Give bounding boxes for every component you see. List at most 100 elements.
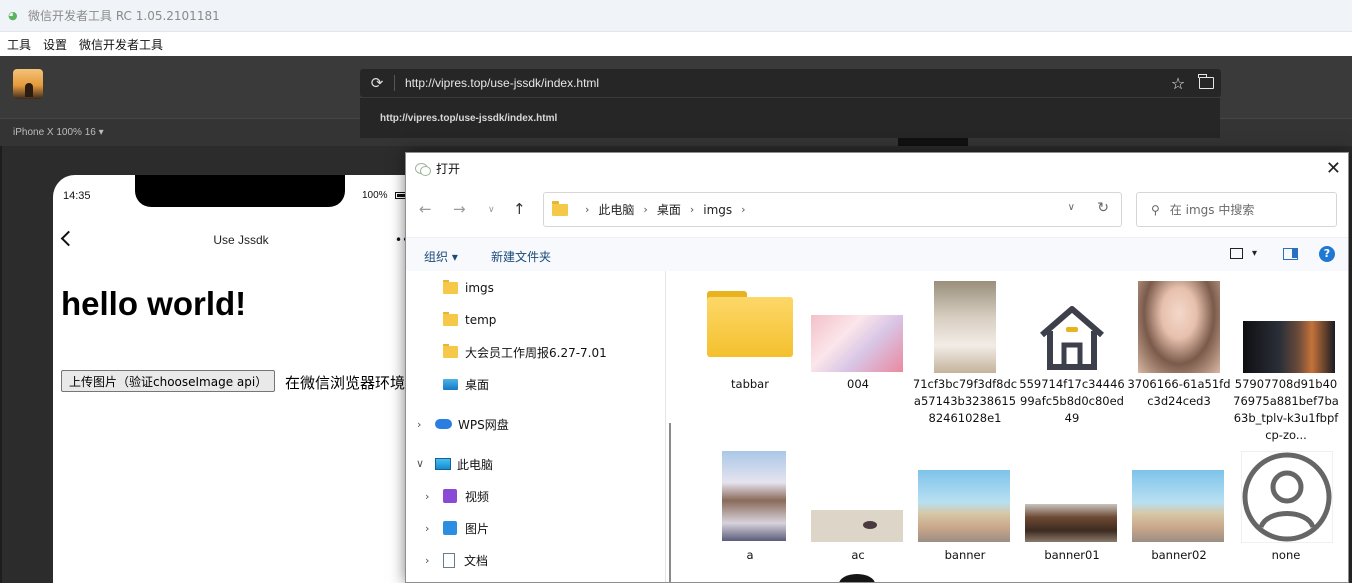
file-label: none xyxy=(1271,548,1301,562)
file-tile[interactable]: ac xyxy=(805,441,911,581)
document-icon xyxy=(443,552,455,568)
chevron-down-icon[interactable]: ∨ xyxy=(1068,202,1075,213)
crumb-separator: › xyxy=(741,203,746,216)
chevron-right-icon[interactable]: › xyxy=(417,418,421,431)
menu-settings[interactable]: 设置 xyxy=(43,36,67,53)
file-tile[interactable]: a xyxy=(697,441,803,581)
file-tile[interactable]: 57907708d91b4076975a881bef7ba63b_tplv-k3… xyxy=(1233,271,1339,442)
phone-notch xyxy=(135,175,345,207)
open-file-dialog: 打开 ✕ ← → ∨ ↑ › 此电脑 › 桌面 › imgs › ∨ ↻ ⚲ 在… xyxy=(405,152,1349,583)
tree-item-wps-drive[interactable]: WPS网盘 xyxy=(435,412,509,436)
tree-item-videos[interactable]: 视频 xyxy=(443,484,489,508)
organize-button[interactable]: 组织 ▾ xyxy=(424,248,458,265)
image-thumbnail xyxy=(1138,281,1220,373)
tree-label: 视频 xyxy=(465,489,490,504)
image-thumbnail xyxy=(934,281,996,373)
pc-icon xyxy=(435,458,451,470)
file-tile[interactable]: banner02 xyxy=(1126,441,1232,581)
file-tile-partial[interactable] xyxy=(825,570,889,582)
image-thumbnail xyxy=(1243,321,1335,373)
tree-label: 图片 xyxy=(465,521,490,536)
recent-chevron-icon[interactable]: ∨ xyxy=(488,205,495,215)
url-suggestion[interactable]: http://vipres.top/use-jssdk/index.html xyxy=(360,98,1220,138)
folder-button[interactable] xyxy=(1191,69,1221,97)
phone-simulator: 14:35 100% Use Jssdk •• hello world! 在微信… xyxy=(53,175,433,583)
upload-image-button[interactable]: 上传图片（验证chooseImage api） xyxy=(61,370,276,392)
file-label: tabbar xyxy=(731,377,769,391)
user-avatar-icon xyxy=(1241,451,1333,543)
address-bar[interactable]: ⟳ http://vipres.top/use-jssdk/index.html… xyxy=(360,69,1221,97)
image-thumbnail xyxy=(918,470,1010,542)
up-icon[interactable]: ↑ xyxy=(513,200,526,218)
house-icon xyxy=(1040,306,1104,370)
file-tile[interactable]: banner01 xyxy=(1019,441,1125,581)
crumb-this-pc[interactable]: 此电脑 xyxy=(598,201,634,218)
video-icon xyxy=(443,489,457,503)
back-icon[interactable]: ← xyxy=(419,200,432,218)
wechat-icon xyxy=(415,162,431,176)
tree-item-desktop[interactable]: 桌面 xyxy=(443,372,489,396)
navigation-pane: imgs temp 大会员工作周报6.27-7.01 桌面 › WPS网盘 ∨ … xyxy=(406,271,666,582)
close-icon[interactable]: ✕ xyxy=(1326,158,1341,179)
image-thumbnail xyxy=(1132,470,1224,542)
tree-item-pictures[interactable]: 图片 xyxy=(443,516,489,540)
folder-icon xyxy=(707,291,793,357)
tree-label: 文档 xyxy=(464,553,489,568)
image-detail xyxy=(863,521,877,529)
tree-item-weekly-report[interactable]: 大会员工作周报6.27-7.01 xyxy=(443,340,607,364)
menu-devtools[interactable]: 微信开发者工具 xyxy=(79,36,163,53)
file-label: 57907708d91b4076975a881bef7ba63b_tplv-k3… xyxy=(1233,377,1339,442)
crumb-imgs[interactable]: imgs xyxy=(703,203,732,217)
tree-item-documents[interactable]: 文档 xyxy=(443,548,488,572)
file-tile[interactable]: 3706166-61a51fdc3d24ced3 xyxy=(1126,271,1232,421)
image-thumbnail xyxy=(839,574,875,582)
file-tile[interactable]: 71cf3bc79f3df8dca57143b323861582461028e1 xyxy=(912,271,1018,425)
forward-icon[interactable]: → xyxy=(453,200,466,218)
file-tile[interactable]: tabbar xyxy=(697,271,803,421)
tree-item-temp[interactable]: temp xyxy=(443,308,496,332)
folder-icon xyxy=(552,200,568,216)
view-icon[interactable] xyxy=(1230,248,1243,259)
file-tile[interactable]: 559714f17c3444699afc5b8d0c80ed49 xyxy=(1019,271,1125,425)
chevron-right-icon[interactable]: › xyxy=(425,522,429,535)
crumb-separator: › xyxy=(689,203,695,216)
url-input[interactable]: http://vipres.top/use-jssdk/index.html xyxy=(395,76,1165,90)
battery-percent: 100% xyxy=(362,190,388,201)
file-label: banner02 xyxy=(1151,548,1207,562)
star-icon[interactable]: ☆ xyxy=(1165,74,1191,93)
file-label: ac xyxy=(851,548,865,562)
menu-tools[interactable]: 工具 xyxy=(7,36,31,53)
cloud-icon xyxy=(435,419,452,429)
file-label: a xyxy=(746,548,754,562)
tree-label: 桌面 xyxy=(465,377,490,392)
file-tile[interactable]: none xyxy=(1233,441,1339,581)
view-dropdown-icon[interactable]: ▾ xyxy=(1252,248,1257,259)
file-tile[interactable]: banner xyxy=(912,441,1018,581)
dialog-title-bar: 打开 ✕ xyxy=(406,153,1348,183)
help-icon[interactable]: ? xyxy=(1319,246,1335,262)
dialog-title: 打开 xyxy=(436,161,461,176)
preview-pane-icon[interactable] xyxy=(1283,248,1298,260)
hello-heading: hello world! xyxy=(61,285,247,322)
search-placeholder: 在 imgs 中搜索 xyxy=(1169,203,1255,217)
breadcrumb[interactable]: › 此电脑 › 桌面 › imgs › ∨ ↻ xyxy=(543,192,1122,227)
folder-icon xyxy=(443,344,458,358)
tree-label: temp xyxy=(465,313,497,327)
refresh-icon[interactable]: ↻ xyxy=(1097,200,1109,216)
chevron-right-icon[interactable]: › xyxy=(425,490,429,503)
crumb-desktop[interactable]: 桌面 xyxy=(657,201,681,218)
chevron-down-icon[interactable]: ∨ xyxy=(416,457,424,470)
nav-scrollbar[interactable] xyxy=(669,423,671,582)
file-tile[interactable]: 004 xyxy=(805,271,911,421)
file-label: banner01 xyxy=(1044,548,1100,562)
reload-icon[interactable]: ⟳ xyxy=(360,74,394,92)
tree-label: 此电脑 xyxy=(457,457,494,472)
tree-item-this-pc[interactable]: 此电脑 xyxy=(435,452,493,476)
search-input[interactable]: ⚲ 在 imgs 中搜索 xyxy=(1136,192,1337,227)
folder-icon xyxy=(1198,74,1214,89)
tree-item-imgs[interactable]: imgs xyxy=(443,276,494,300)
avatar[interactable] xyxy=(13,69,43,99)
new-folder-button[interactable]: 新建文件夹 xyxy=(491,248,551,265)
chevron-right-icon[interactable]: › xyxy=(425,554,429,567)
device-selector[interactable]: iPhone X 100% 16 ▾ xyxy=(13,127,104,138)
